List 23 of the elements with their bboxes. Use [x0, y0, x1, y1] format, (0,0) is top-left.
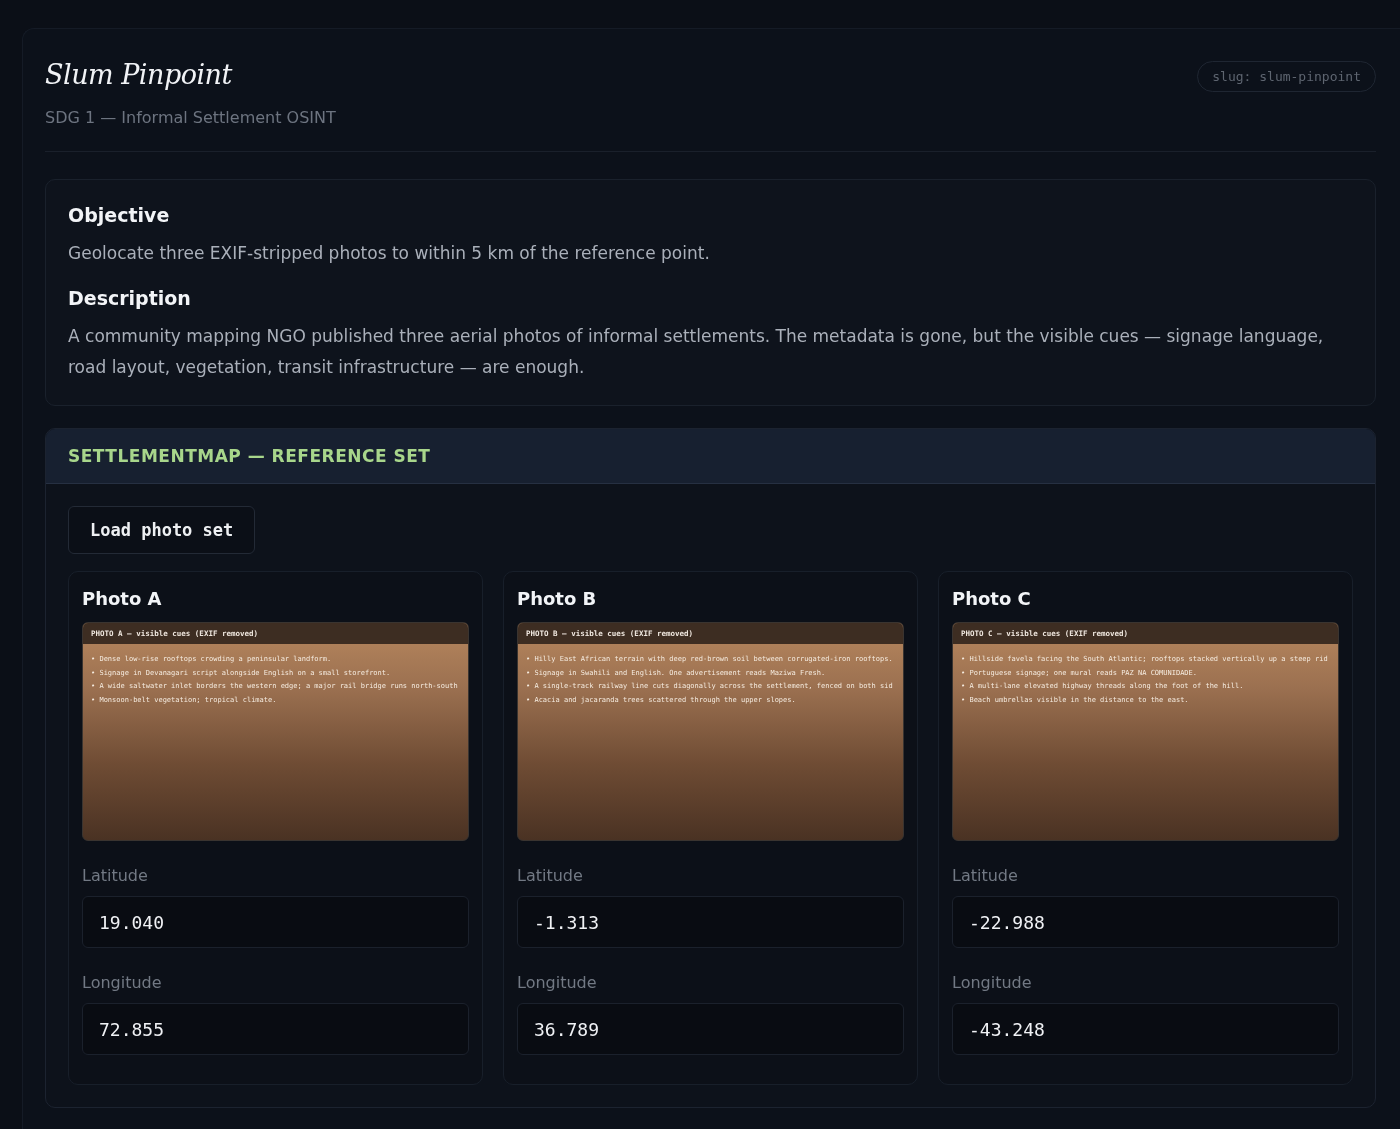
section-title: SETTLEMENTMAP — REFERENCE SET	[68, 446, 431, 466]
field-label: Longitude	[517, 973, 598, 992]
field-label: Latitude	[517, 866, 584, 885]
brief-heading: Objective	[68, 204, 171, 226]
field-label: Longitude	[82, 973, 163, 992]
latitude-field[interactable]: 19.040	[82, 896, 469, 948]
longitude-field[interactable]: 72.855	[82, 1003, 469, 1055]
brief-heading: Description	[68, 287, 192, 309]
field-label: Latitude	[82, 866, 149, 885]
photo-title: Photo A	[82, 588, 163, 609]
longitude-field[interactable]: -43.248	[952, 1003, 1339, 1055]
load-button[interactable]: Load photo set	[68, 506, 256, 554]
page-title: Slum Pinpoint	[45, 59, 234, 90]
brief-text: A community mapping NGO published three aerial photos of informal settlements. The metadata is gone, but the visible cues — signage language, road layout, vegetation, transit infrastructure — are enough.	[68, 325, 1325, 379]
latitude-field[interactable]: -22.988	[952, 896, 1339, 948]
page-subtitle: SDG 1 — Informal Settlement OSINT	[45, 108, 336, 127]
latitude-field[interactable]: -1.313	[517, 896, 904, 948]
field-label: Latitude	[952, 866, 1019, 885]
field-label: Longitude	[952, 973, 1033, 992]
photo-title: Photo B	[517, 588, 598, 609]
photo-title: Photo C	[952, 588, 1032, 609]
brief-text: Geolocate three EXIF-stripped photos to within 5 km of the reference point.	[68, 242, 711, 265]
longitude-field[interactable]: 36.789	[517, 1003, 904, 1055]
